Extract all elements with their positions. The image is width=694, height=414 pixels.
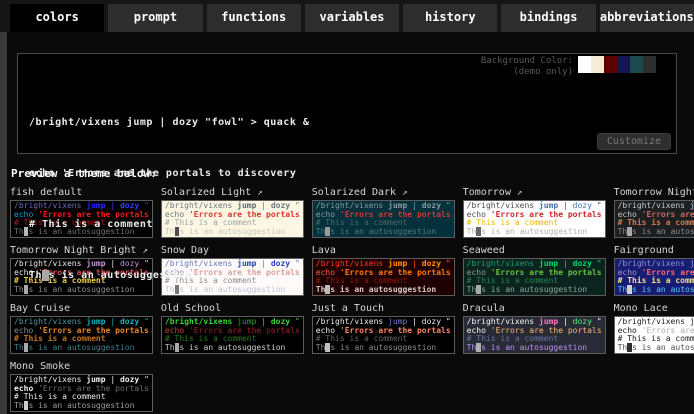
theme-line-autosuggestion: This is an autosuggestion [14, 344, 149, 353]
theme-name: Just a Touch [312, 303, 384, 314]
theme-sample-box: /bright/vixens jump | dozy " echo 'Error… [312, 258, 455, 296]
theme-name: Tomorrow Night [614, 187, 694, 198]
theme-name: Tomorrow [463, 187, 511, 198]
theme-sample-box: /bright/vixens jump | dozy " echo 'Error… [10, 316, 153, 354]
bg-swatch[interactable] [643, 56, 656, 73]
theme-sample-box: /bright/vixens jump | dozy " echo 'Error… [614, 200, 694, 238]
theme-title: Tomorrow ↗ [463, 187, 606, 198]
theme-sample-box: /bright/vixens jump | dozy " echo 'Error… [463, 258, 606, 296]
bg-swatch[interactable] [617, 56, 630, 73]
theme-card[interactable]: Solarized Dark ↗ /bright/vixens jump | d… [312, 187, 455, 238]
tab-prompt[interactable]: prompt [108, 4, 202, 32]
theme-card[interactable]: Seaweed /bright/vixens jump | dozy " ech… [463, 245, 606, 296]
theme-sample-box: /bright/vixens jump | dozy " echo 'Error… [312, 316, 455, 354]
background-color-picker: Background Color: (demo only) [481, 56, 669, 78]
tab-bar: colors prompt functions variables histor… [0, 0, 694, 32]
theme-title: Seaweed [463, 245, 606, 256]
theme-line-autosuggestion: This is an autosuggestion [467, 344, 602, 353]
external-link-icon: ↗ [402, 188, 407, 198]
theme-name: Seaweed [463, 245, 505, 256]
bg-swatch[interactable] [591, 56, 604, 73]
theme-card[interactable]: Tomorrow ↗ /bright/vixens jump | dozy " … [463, 187, 606, 238]
tab-history[interactable]: history [403, 4, 497, 32]
theme-card[interactable]: Lava /bright/vixens jump | dozy " echo '… [312, 245, 455, 296]
theme-title: Lava [312, 245, 455, 256]
theme-title: Solarized Dark ↗ [312, 187, 455, 198]
theme-sample-box: /bright/vixens jump | dozy " echo 'Error… [463, 200, 606, 238]
tab-variables[interactable]: variables [305, 4, 399, 32]
tab-functions[interactable]: functions [207, 4, 301, 32]
terminal-preview: Background Color: (demo only) /bright/vi… [17, 53, 677, 154]
theme-card[interactable]: Dracula /bright/vixens jump | dozy " ech… [463, 303, 606, 354]
theme-name: Lava [312, 245, 336, 256]
bg-swatch[interactable] [630, 56, 643, 73]
customize-button[interactable]: Customize [597, 133, 671, 150]
theme-name: Mono Smoke [10, 361, 70, 372]
theme-line-autosuggestion: This is an autosuggestion [14, 402, 149, 411]
bg-swatch[interactable] [604, 56, 617, 73]
tab-colors[interactable]: colors [10, 4, 104, 32]
theme-line-autosuggestion: This is an autosuggestion [618, 228, 694, 237]
theme-card[interactable]: Mono Lace /bright/vixens jump | dozy " e… [614, 303, 694, 354]
theme-line-autosuggestion: This is an autosuggestion [316, 286, 451, 295]
theme-title: Just a Touch [312, 303, 455, 314]
theme-card[interactable]: Tomorrow Night ↗ /bright/vixens jump | d… [614, 187, 694, 238]
theme-sample-box: /bright/vixens jump | dozy " echo 'Error… [161, 316, 304, 354]
theme-name: Dracula [463, 303, 505, 314]
theme-title: Fairground [614, 245, 694, 256]
theme-card[interactable]: Mono Smoke /bright/vixens jump | dozy " … [10, 361, 153, 412]
theme-line-autosuggestion: This is an autosuggestion [618, 344, 694, 353]
external-link-icon: ↗ [517, 188, 522, 198]
theme-card[interactable]: Just a Touch /bright/vixens jump | dozy … [312, 303, 455, 354]
terminal-line-comment: # This is a comment [29, 216, 309, 233]
theme-sample-box: /bright/vixens jump | dozy " echo 'Error… [463, 316, 606, 354]
theme-sample-box: /bright/vixens jump | dozy " echo 'Error… [312, 200, 455, 238]
terminal-line-echo: echo 'Errors are the portals to discover… [29, 165, 309, 182]
terminal-sample-text: /bright/vixens jump | dozy "fowl" > quac… [29, 80, 309, 318]
theme-name: Mono Lace [614, 303, 668, 314]
theme-line-autosuggestion: This is an autosuggestion [165, 344, 300, 353]
theme-line-autosuggestion: This is an autosuggestion [316, 344, 451, 353]
tab-bindings[interactable]: bindings [501, 4, 595, 32]
background-color-label: Background Color: (demo only) [481, 56, 573, 78]
theme-name: Fairground [614, 245, 674, 256]
theme-line-autosuggestion: This is an autosuggestion [467, 228, 602, 237]
theme-line-autosuggestion: This is an autosuggestion [618, 286, 694, 295]
theme-sample-box: /bright/vixens jump | dozy " echo 'Error… [614, 316, 694, 354]
tab-abbreviations[interactable]: abbreviations [600, 4, 694, 32]
theme-sample-box: /bright/vixens jump | dozy " echo 'Error… [10, 374, 153, 412]
theme-card[interactable]: Fairground /bright/vixens jump | dozy " … [614, 245, 694, 296]
theme-line-autosuggestion: This is an autosuggestion [467, 286, 602, 295]
theme-title: Dracula [463, 303, 606, 314]
terminal-line-autosuggestion: This is an autosuggestion [29, 267, 309, 284]
bg-swatch[interactable] [656, 56, 669, 73]
theme-sample-box: /bright/vixens jump | dozy " echo 'Error… [614, 258, 694, 296]
theme-title: Mono Smoke [10, 361, 153, 372]
bg-swatches [578, 56, 669, 73]
theme-title: Mono Lace [614, 303, 694, 314]
theme-title: Tomorrow Night ↗ [614, 187, 694, 198]
terminal-line-command: /bright/vixens jump | dozy "fowl" > quac… [29, 114, 309, 131]
theme-name: Solarized Dark [312, 187, 396, 198]
theme-line-autosuggestion: This is an autosuggestion [316, 228, 451, 237]
bg-swatch[interactable] [578, 56, 591, 73]
